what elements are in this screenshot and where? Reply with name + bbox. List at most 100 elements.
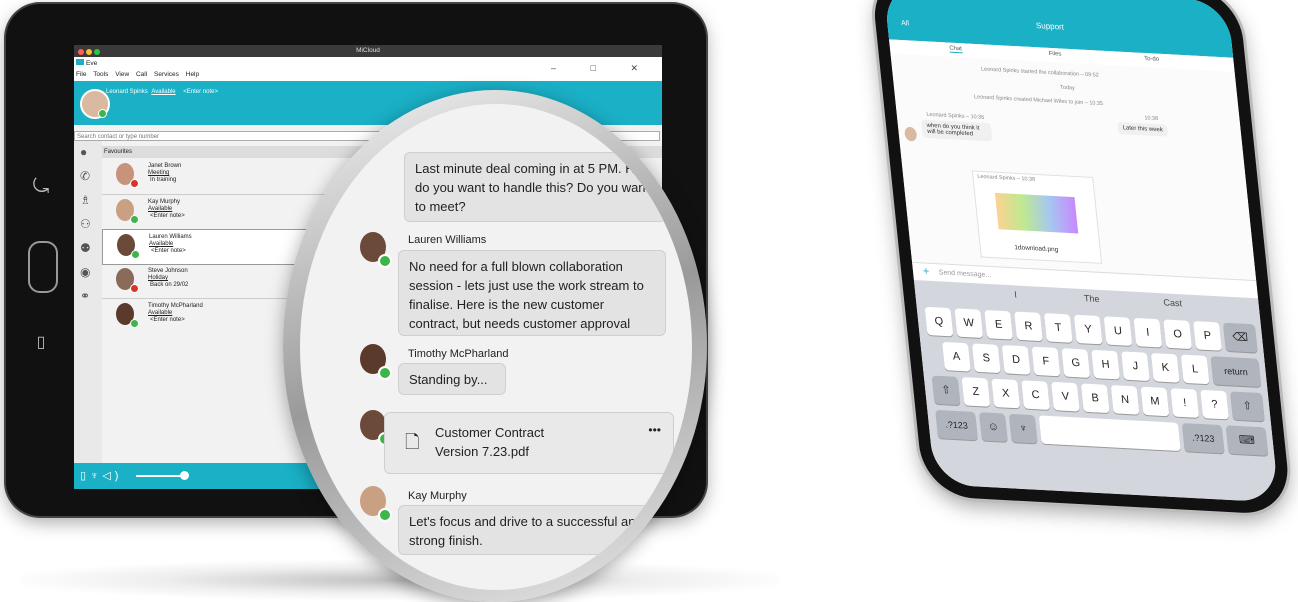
keyboard-dismiss-icon[interactable]: ⌨	[1225, 425, 1269, 456]
key[interactable]: H	[1091, 349, 1121, 380]
team-icon[interactable]: ♗	[80, 193, 91, 207]
key[interactable]: G	[1061, 348, 1091, 378]
key[interactable]: !	[1170, 388, 1200, 418]
status-dot	[131, 250, 140, 259]
key[interactable]: Z	[961, 377, 991, 407]
key[interactable]: L	[1180, 354, 1210, 385]
numbers-key[interactable]: .?123	[935, 409, 978, 441]
return-key[interactable]: return	[1210, 356, 1262, 388]
status-dot	[130, 319, 139, 328]
keyboard: I The Cast Q W E R T Y U I O P ⌫ A S D F…	[913, 280, 1280, 503]
menu-tools[interactable]: Tools	[93, 71, 108, 78]
phone-device: All Support Chat Files To-do Leonard Spi…	[870, 0, 1293, 516]
key[interactable]: A	[942, 341, 971, 372]
key[interactable]: N	[1110, 385, 1140, 415]
groups-icon[interactable]: ⚇	[80, 217, 91, 231]
user-status[interactable]: Available	[151, 89, 175, 95]
key[interactable]: W	[954, 308, 984, 339]
shift-key[interactable]: ⇧	[931, 375, 961, 406]
key[interactable]: P	[1193, 321, 1222, 351]
key[interactable]: D	[1001, 345, 1031, 375]
menu-file[interactable]: File	[76, 71, 86, 78]
user-note[interactable]: <Enter note>	[183, 89, 218, 95]
key[interactable]: O	[1163, 319, 1193, 350]
location-icon[interactable]: ◉	[80, 265, 90, 279]
contact-note: Back on 29/02	[150, 282, 189, 288]
tab-files[interactable]: Files	[1048, 51, 1061, 58]
suggestion[interactable]: Cast	[1163, 297, 1182, 308]
key[interactable]: V	[1051, 381, 1080, 412]
window-controls[interactable]: – □ ✕	[551, 63, 654, 74]
status-dot	[130, 215, 139, 224]
close-dot-icon[interactable]	[78, 49, 84, 55]
contact-note: In training	[150, 177, 177, 183]
emoji-icon[interactable]: ☺	[979, 412, 1008, 442]
more-options-icon[interactable]: •••	[648, 421, 661, 440]
file-attachment[interactable]: 🗋 Customer Contract Version 7.23.pdf •••	[384, 412, 674, 474]
side-rail: ● ✆ ♗ ⚇ ⚉ ◉ ⚭	[74, 141, 102, 463]
key[interactable]: ?	[1200, 389, 1230, 420]
key[interactable]: Q	[924, 306, 954, 337]
key[interactable]: F	[1031, 346, 1061, 377]
key[interactable]: M	[1140, 386, 1170, 417]
key[interactable]: T	[1043, 313, 1073, 343]
microphone-icon[interactable]: ♆	[1008, 413, 1038, 444]
phone-icon[interactable]: ✆	[80, 169, 90, 183]
key[interactable]: K	[1150, 352, 1180, 383]
zoom-dot-icon[interactable]	[94, 49, 100, 55]
space-key[interactable]	[1038, 415, 1181, 452]
microphone-icon[interactable]: ♆	[90, 470, 102, 482]
back-icon[interactable]: ⤿	[26, 176, 56, 199]
app-bar: Eve File Tools View Call Services Help –…	[74, 57, 662, 81]
contact-status: Available	[148, 206, 173, 212]
key[interactable]: J	[1121, 351, 1150, 382]
key[interactable]: S	[971, 343, 1001, 374]
contact-note: <Enter note>	[151, 248, 186, 254]
speaker-icon[interactable]: ◁)	[102, 470, 122, 482]
volume-slider[interactable]	[136, 471, 189, 480]
key[interactable]: I	[1133, 317, 1163, 348]
key[interactable]: E	[984, 309, 1014, 340]
person-icon[interactable]: ●	[80, 145, 87, 159]
header-title: Support	[1035, 21, 1065, 32]
user-info: Leonard Spinks Available <Enter note>	[106, 89, 218, 95]
file-name: Customer Contract Version 7.23.pdf	[435, 425, 545, 459]
people-icon[interactable]: ⚉	[80, 241, 91, 255]
contact-status: Available	[149, 241, 174, 247]
app-name: Eve	[76, 59, 97, 67]
device-icon[interactable]: ▯	[80, 470, 90, 482]
key[interactable]: Y	[1073, 314, 1103, 345]
key[interactable]: R	[1014, 311, 1043, 342]
shift-key[interactable]: ⇧	[1230, 391, 1265, 422]
suggestion[interactable]: The	[1083, 293, 1099, 304]
status-dot	[378, 508, 392, 522]
suggestion[interactable]: I	[1014, 289, 1018, 299]
menu-bar: File Tools View Call Services Help	[76, 71, 204, 78]
menu-view[interactable]: View	[115, 71, 129, 78]
avatar	[903, 126, 918, 142]
contacts-icon[interactable]: ⚭	[80, 289, 90, 303]
menu-services[interactable]: Services	[154, 71, 179, 78]
numbers-key[interactable]: .?123	[1181, 423, 1225, 454]
key[interactable]: U	[1103, 316, 1133, 346]
image-attachment[interactable]: Leonard Spinks – 10:38 1download.png	[971, 170, 1103, 264]
key[interactable]: B	[1080, 383, 1110, 414]
home-button[interactable]	[28, 241, 58, 293]
minimize-dot-icon[interactable]	[86, 49, 92, 55]
tab-todo[interactable]: To-do	[1144, 56, 1160, 63]
key[interactable]: C	[1021, 380, 1050, 410]
menu-call[interactable]: Call	[136, 71, 147, 78]
back-button[interactable]: All	[901, 20, 909, 27]
key[interactable]: X	[991, 378, 1021, 409]
volume-knob[interactable]	[180, 471, 189, 480]
app-logo-icon	[76, 59, 84, 65]
recent-apps-icon[interactable]: ▯	[26, 332, 56, 352]
attachment-file: 1download.png	[1014, 244, 1059, 254]
add-icon[interactable]: +	[922, 265, 930, 277]
backspace-key[interactable]: ⌫	[1222, 322, 1258, 353]
menu-help[interactable]: Help	[186, 71, 199, 78]
phone-chat-area: Leonard Spinks started the collaboration…	[890, 53, 1257, 281]
message-placeholder: Send message...	[938, 269, 992, 280]
message-bubble: when do you think it will be completed	[921, 119, 993, 142]
tab-chat[interactable]: Chat	[949, 45, 963, 54]
